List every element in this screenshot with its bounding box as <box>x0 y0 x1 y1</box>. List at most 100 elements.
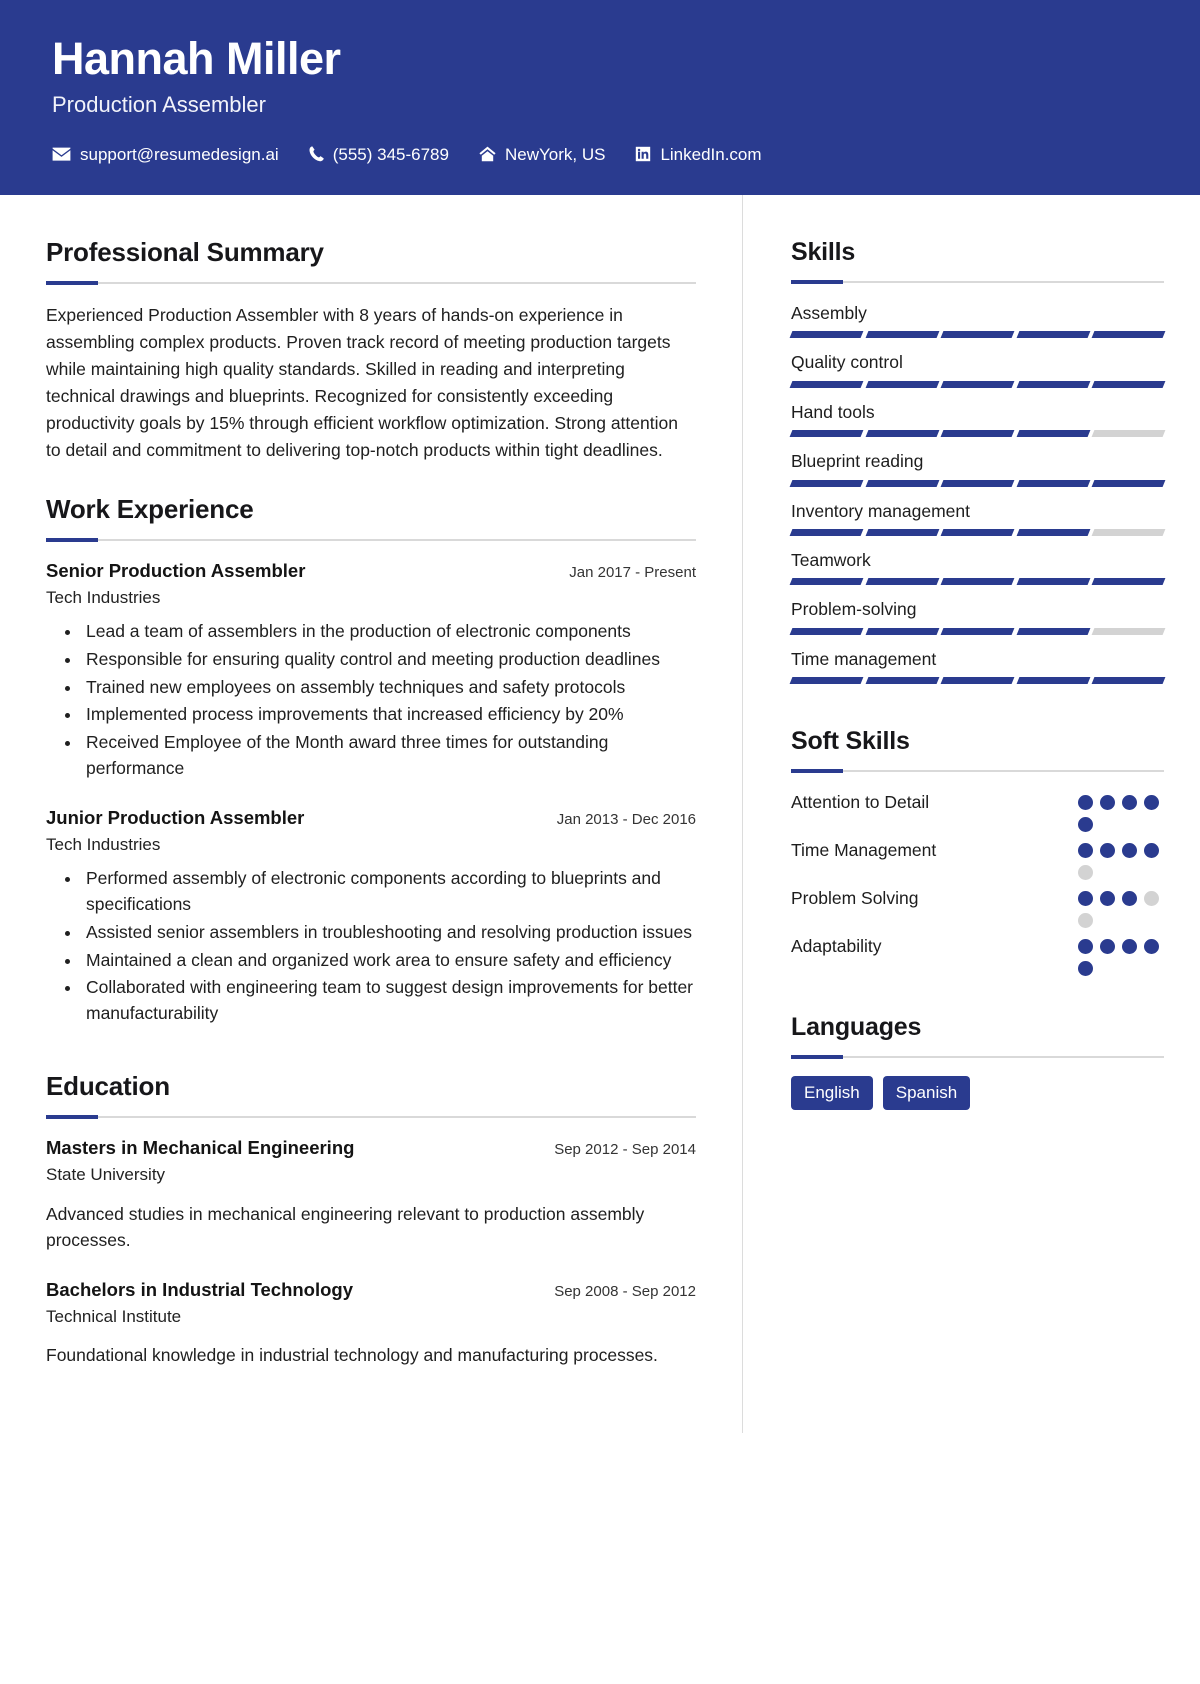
soft-skill-item: Adaptability <box>791 934 1164 976</box>
skill-segment <box>1091 528 1166 536</box>
skill-level-bar <box>789 528 1166 536</box>
soft-skill-name: Adaptability <box>791 936 882 956</box>
contact-location[interactable]: NewYork, US <box>479 146 605 163</box>
resume-header: Hannah Miller Production Assembler suppo… <box>0 0 1200 195</box>
resume-page: Hannah Miller Production Assembler suppo… <box>0 0 1200 1684</box>
summary-text: Experienced Production Assembler with 8 … <box>46 305 678 460</box>
skill-segment <box>865 578 939 586</box>
section-soft-skills: Soft Skills Attention to Detail Time Mana… <box>791 726 1164 976</box>
section-divider <box>46 281 696 286</box>
soft-skill-rating <box>1078 934 1164 976</box>
skill-segment <box>865 627 939 635</box>
skill-segment <box>940 578 1015 586</box>
rating-dot <box>1144 939 1159 954</box>
section-title-experience: Work Experience <box>46 493 254 524</box>
skill-item: Assembly <box>789 301 1166 339</box>
skill-item: Blueprint reading <box>789 449 1166 487</box>
section-title-languages: Languages <box>791 1013 922 1041</box>
soft-skill-rating <box>1078 886 1164 928</box>
candidate-name: Hannah Miller <box>52 33 341 84</box>
soft-skill-name: Problem Solving <box>791 888 919 908</box>
job-bullet: Maintained a clean and organized work ar… <box>82 948 696 974</box>
skill-segment <box>865 380 939 388</box>
resume-body: Professional Summary Experienced Product… <box>0 195 1200 1433</box>
skill-segment <box>865 528 939 536</box>
education-degree: Bachelors in Industrial Technology <box>46 1278 354 1300</box>
skill-name: Blueprint reading <box>791 451 924 472</box>
skill-segment <box>1016 380 1090 388</box>
skill-segment <box>940 380 1015 388</box>
section-divider <box>46 1115 696 1120</box>
section-divider <box>46 538 696 542</box>
rating-dot <box>1122 843 1137 858</box>
section-divider <box>791 769 1164 773</box>
skill-segment <box>1091 578 1166 586</box>
job-organization: Tech Industries <box>46 587 161 607</box>
contact-linkedin[interactable]: LinkedIn.com <box>635 146 762 163</box>
section-languages: Languages English Spanish <box>791 1012 1164 1111</box>
contact-phone[interactable]: (555) 345-6789 <box>309 146 449 163</box>
skill-name: Quality control <box>791 352 903 373</box>
skill-level-bar <box>789 430 1166 438</box>
skill-segment <box>1091 331 1166 339</box>
skill-segment <box>865 331 939 339</box>
skill-level-bar <box>789 677 1166 684</box>
skill-segment <box>1016 627 1090 635</box>
education-entry: Bachelors in Industrial Technology Sep 20… <box>46 1278 696 1369</box>
skill-segment <box>789 677 864 684</box>
education-description: Advanced studies in mechanical engineeri… <box>46 1204 645 1251</box>
rating-dot <box>1078 961 1093 976</box>
rating-dot <box>1144 843 1159 858</box>
section-work-experience: Work Experience Senior Production Assemb… <box>46 494 696 1027</box>
rating-dot <box>1100 891 1115 906</box>
skill-name: Assembly <box>791 303 867 323</box>
skill-item: Time management <box>789 647 1166 684</box>
soft-skill-name: Attention to Detail <box>791 792 930 812</box>
skill-segment <box>1016 479 1090 487</box>
skill-segment <box>865 430 939 438</box>
skill-item: Quality control <box>789 350 1166 388</box>
rating-dot <box>1122 795 1137 810</box>
skill-name: Teamwork <box>791 549 871 570</box>
phone-icon <box>309 146 324 162</box>
rating-dot <box>1078 817 1093 832</box>
education-date: Sep 2012 - Sep 2014 <box>554 1141 696 1159</box>
language-chip: English <box>791 1076 873 1111</box>
rating-dot <box>1078 795 1093 810</box>
soft-skill-item: Time Management <box>791 838 1164 880</box>
skill-item: Hand tools <box>789 400 1166 438</box>
job-date: Jan 2013 - Dec 2016 <box>556 811 696 829</box>
education-school: State University <box>46 1165 166 1185</box>
job-role: Senior Production Assembler <box>46 560 306 581</box>
home-icon <box>479 146 496 162</box>
envelope-icon <box>52 147 71 162</box>
section-education: Education Masters in Mechanical Engineer… <box>46 1071 696 1368</box>
skill-segment <box>1016 528 1090 536</box>
skill-segment <box>1091 677 1166 684</box>
skill-segment <box>940 430 1015 438</box>
section-title-soft-skills: Soft Skills <box>791 727 910 755</box>
rating-dot <box>1100 843 1115 858</box>
skill-name: Problem-solving <box>791 599 917 620</box>
skill-segment <box>789 528 864 536</box>
skills-list: Assembly Quality control Hand tools Bluepri… <box>789 301 1166 684</box>
linkedin-icon <box>635 146 651 162</box>
job-bullet: Trained new employees on assembly techni… <box>82 675 696 701</box>
education-degree: Masters in Mechanical Engineering <box>46 1137 355 1159</box>
contact-phone-text: (555) 345-6789 <box>332 144 449 164</box>
skill-segment <box>1091 430 1166 438</box>
skill-segment <box>865 677 939 684</box>
skill-segment <box>789 430 864 438</box>
soft-skill-rating <box>1078 838 1164 880</box>
job-bullet: Assisted senior assemblers in troublesho… <box>82 920 696 946</box>
skill-name: Time management <box>791 648 937 669</box>
rating-dot <box>1144 795 1159 810</box>
skill-segment <box>789 578 864 586</box>
rating-dot <box>1078 913 1093 928</box>
section-professional-summary: Professional Summary Experienced Product… <box>46 237 696 464</box>
contact-email[interactable]: support@resumedesign.ai <box>52 146 279 163</box>
skill-name: Hand tools <box>791 401 875 422</box>
job-date: Jan 2017 - Present <box>569 564 696 581</box>
